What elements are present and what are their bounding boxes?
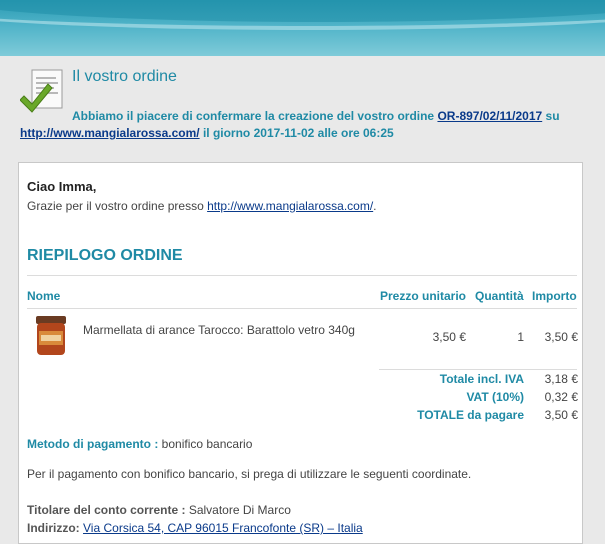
account-holder-label: Titolare del conto corrente :: [27, 503, 186, 517]
order-card: Ciao Imma, Grazie per il vostro ordine p…: [18, 162, 583, 544]
address: Indirizzo: Via Corsica 54, CAP 96015 Fra…: [27, 521, 363, 535]
jam-jar-image: [36, 316, 66, 355]
payment-method: Metodo di pagamento : bonifico bancario: [27, 437, 252, 451]
intro-prefix: Abbiamo il piacere di confermare la crea…: [72, 109, 435, 123]
thanks-prefix: Grazie per il vostro ordine presso: [27, 199, 204, 213]
site-link[interactable]: http://www.mangialarossa.com/: [20, 126, 200, 140]
column-header-amount: Importo: [532, 289, 577, 303]
vat-value: 0,32 €: [544, 390, 578, 404]
payment-method-label: Metodo di pagamento :: [27, 437, 159, 451]
account-holder-value: Salvatore Di Marco: [188, 503, 291, 517]
vat-label: VAT (10%): [466, 390, 524, 404]
thanks-text: Grazie per il vostro ordine presso http:…: [27, 199, 377, 213]
column-header-unit-price: Prezzo unitario: [380, 289, 467, 303]
divider: [379, 369, 577, 370]
order-confirmation-text: Abbiamo il piacere di confermare la crea…: [20, 108, 590, 142]
payment-method-value: bonifico bancario: [161, 437, 253, 451]
order-reference-link[interactable]: OR-897/02/11/2017: [437, 109, 542, 123]
summary-title: RIEPILOGO ORDINE: [27, 247, 183, 264]
column-header-name: Nome: [27, 289, 61, 303]
total-due-value: 3,50 €: [544, 408, 578, 422]
product-unit-price: 3,50 €: [432, 330, 466, 344]
total-due-label: TOTALE da pagare: [417, 408, 524, 422]
thanks-site-link[interactable]: http://www.mangialarossa.com/: [207, 199, 373, 213]
thanks-suffix: .: [373, 199, 377, 213]
product-name: Marmellata di arance Tarocco: Barattolo …: [83, 323, 355, 337]
page-title: Il vostro ordine: [72, 68, 177, 85]
greeting: Ciao Imma,: [27, 179, 97, 194]
payment-note: Per il pagamento con bonifico bancario, …: [27, 467, 472, 481]
column-header-quantity: Quantità: [475, 289, 524, 303]
divider: [27, 308, 577, 309]
header-banner: [0, 0, 605, 56]
address-link[interactable]: Via Corsica 54, CAP 96015 Francofonte (S…: [83, 521, 363, 535]
intro-su: su: [545, 109, 560, 123]
intro-date: il giorno 2017-11-02 alle ore 06:25: [202, 126, 394, 140]
divider: [27, 275, 577, 276]
product-amount: 3,50 €: [544, 330, 578, 344]
account-holder: Titolare del conto corrente : Salvatore …: [27, 503, 291, 517]
address-label: Indirizzo:: [27, 521, 80, 535]
total-incl-vat-label: Totale incl. IVA: [439, 372, 524, 386]
total-incl-vat-value: 3,18 €: [544, 372, 578, 386]
product-quantity: 1: [517, 330, 524, 344]
